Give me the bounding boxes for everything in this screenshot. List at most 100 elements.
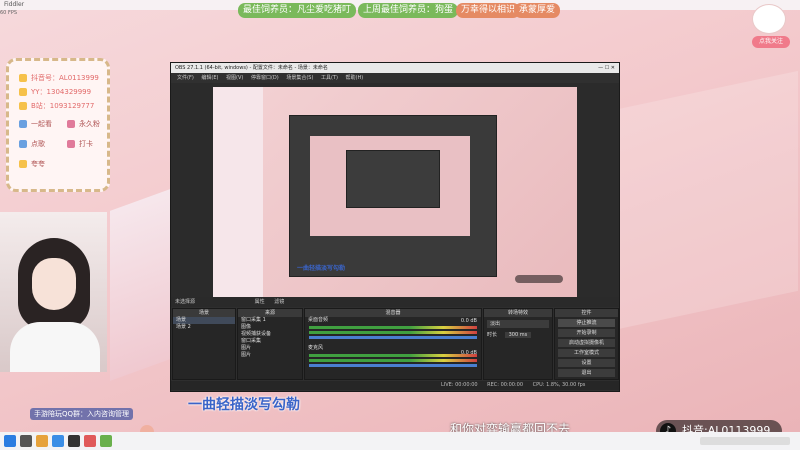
virtual-camera-button[interactable]: 启动虚拟摄像机	[558, 339, 615, 347]
qq-group-text: 手游陪玩QQ群：入内咨询管理	[30, 408, 134, 420]
controls-header: 控件	[555, 309, 618, 317]
mixer-track-db: 0.0 dB	[460, 350, 477, 356]
source-item[interactable]: 图片	[238, 352, 302, 359]
source-item[interactable]: 窗口采集 1	[238, 317, 302, 324]
filters-button[interactable]: 滤镜	[274, 299, 284, 305]
windows-taskbar	[0, 432, 800, 450]
streamer-face	[32, 258, 76, 310]
info-row: 夸夸	[19, 159, 45, 169]
preview-lyric: 一曲轻描淡写勾勒	[297, 265, 346, 272]
menu-edit[interactable]: 编辑(E)	[201, 75, 218, 81]
transitions-header: 转场特效	[484, 309, 552, 317]
app-icon[interactable]	[100, 435, 112, 447]
scenes-panel: 场景 场景 场景 2	[172, 308, 236, 380]
transitions-panel: 转场特效 淡出 时长 300 ms	[483, 308, 553, 380]
studio-mode-button[interactable]: 工作室模式	[558, 349, 615, 357]
info-row: 点歌	[19, 139, 45, 149]
search-icon[interactable]	[20, 435, 32, 447]
source-item[interactable]: 窗口采集	[238, 338, 302, 345]
info-row: 一起看	[19, 119, 52, 129]
info-row: 打卡	[67, 139, 93, 149]
obs-taskbar-icon[interactable]	[68, 435, 80, 447]
source-toolbar: 未选择源 属性 滤镜	[171, 297, 619, 307]
app-label: Fiddler	[4, 1, 25, 8]
banner-best-feeder: 最佳饲养员：凡尘爱吃猪叮	[238, 3, 357, 18]
obs-title-bar: OBS 27.1.1 (64-bit, windows) - 配置文件：未命名 …	[171, 63, 619, 73]
menu-file[interactable]: 文件(F)	[177, 75, 194, 81]
tiktok-icon	[19, 74, 27, 82]
preview-tiktok-badge	[515, 275, 563, 283]
streamer-body	[10, 322, 100, 372]
nested-preview-deeper	[346, 150, 440, 208]
app-icon[interactable]	[84, 435, 96, 447]
obs-docks: 场景 场景 场景 2 来源 窗口采集 1 图像 视频捕获设备 窗口采集 图片 图…	[171, 307, 619, 391]
settings-button[interactable]: 设置	[558, 359, 615, 367]
sources-header: 来源	[238, 309, 302, 317]
start-icon[interactable]	[4, 435, 16, 447]
menu-view[interactable]: 视图(V)	[226, 75, 243, 81]
properties-button[interactable]: 属性	[255, 299, 265, 305]
scenes-header: 场景	[173, 309, 235, 317]
banner-last-week: 上周最佳饲养员：狗蛋	[358, 3, 459, 18]
info-row: 抖音号：AL0113999	[19, 73, 99, 83]
source-item[interactable]: 图像	[238, 324, 302, 331]
mascot-icon	[752, 4, 786, 34]
obs-menu-bar: 文件(F) 编辑(E) 视图(V) 停靠窗口(D) 场景集合(S) 工具(T) …	[171, 73, 619, 83]
cpu-status: CPU: 1.8%, 30.00 fps	[532, 382, 586, 388]
mixer-panel: 混音器 桌面音频 0.0 dB 麦克风 0.0 dB	[304, 308, 482, 380]
menu-tools[interactable]: 工具(T)	[321, 75, 338, 81]
live-timer: LIVE: 00:00:00	[441, 382, 478, 388]
volume-meter	[309, 326, 477, 329]
obs-status-bar: LIVE: 00:00:00 REC: 00:00:00 CPU: 1.8%, …	[171, 381, 619, 390]
stop-streaming-button[interactable]: 停止推流	[558, 319, 615, 327]
praise-icon	[19, 160, 27, 168]
banner-fortune: 万幸得以相识	[456, 3, 521, 18]
fps-label: 60 FPS	[0, 10, 18, 16]
follow-button[interactable]: 点我关注	[752, 36, 790, 48]
info-card: 抖音号：AL0113999 YY：1304329999 B站：109312977…	[6, 58, 110, 192]
music-icon	[19, 140, 27, 148]
volume-meter	[309, 354, 477, 357]
decor-pane	[618, 70, 798, 330]
browser-icon[interactable]	[52, 435, 64, 447]
webcam-feed	[0, 212, 107, 372]
bilibili-icon	[19, 102, 27, 110]
mixer-track-name: 桌面音频	[308, 317, 329, 323]
info-row: YY：1304329999	[19, 87, 91, 97]
sources-panel: 来源 窗口采集 1 图像 视频捕获设备 窗口采集 图片 图片	[237, 308, 303, 380]
mixer-header: 混音器	[305, 309, 481, 317]
fan-icon	[67, 120, 75, 128]
watch-icon	[19, 120, 27, 128]
decor-stripe	[110, 189, 170, 381]
start-recording-button[interactable]: 开始录制	[558, 329, 615, 337]
transition-select[interactable]: 淡出	[487, 320, 549, 328]
window-controls[interactable]: — ☐ ✕	[598, 63, 615, 73]
obs-window[interactable]: OBS 27.1.1 (64-bit, windows) - 配置文件：未命名 …	[170, 62, 620, 392]
menu-scene-collection[interactable]: 场景集合(S)	[286, 75, 313, 81]
mixer-track-name: 麦克风	[308, 345, 324, 351]
menu-help[interactable]: 帮助(H)	[346, 75, 364, 81]
source-item[interactable]: 图片	[238, 345, 302, 352]
exit-button[interactable]: 退出	[558, 369, 615, 377]
yy-icon	[19, 88, 27, 96]
controls-panel: 控件 停止推流 开始录制 启动虚拟摄像机 工作室模式 设置 退出	[554, 308, 619, 380]
volume-slider[interactable]	[309, 336, 477, 339]
lyric-left: 一曲轻描淡写勾勒	[188, 397, 300, 413]
rec-timer: REC: 00:00:00	[487, 382, 524, 388]
banner-thanks: 承蒙厚爱	[514, 3, 561, 18]
mixer-track-db: 0.0 dB	[460, 318, 477, 324]
system-tray[interactable]	[700, 437, 790, 445]
source-item[interactable]: 视频捕获设备	[238, 331, 302, 338]
info-row: B站：1093129777	[19, 101, 94, 111]
menu-docks[interactable]: 停靠窗口(D)	[251, 75, 279, 81]
scene-item[interactable]: 场景 2	[173, 324, 235, 331]
scene-item[interactable]: 场景	[173, 317, 235, 324]
transition-duration[interactable]: 时长 300 ms	[487, 331, 549, 338]
checkin-icon	[67, 140, 75, 148]
info-row: 永久粉	[67, 119, 100, 129]
volume-meter	[309, 359, 477, 362]
volume-meter	[309, 331, 477, 334]
volume-slider[interactable]	[309, 364, 477, 367]
explorer-icon[interactable]	[36, 435, 48, 447]
nested-obs-window	[289, 115, 497, 277]
